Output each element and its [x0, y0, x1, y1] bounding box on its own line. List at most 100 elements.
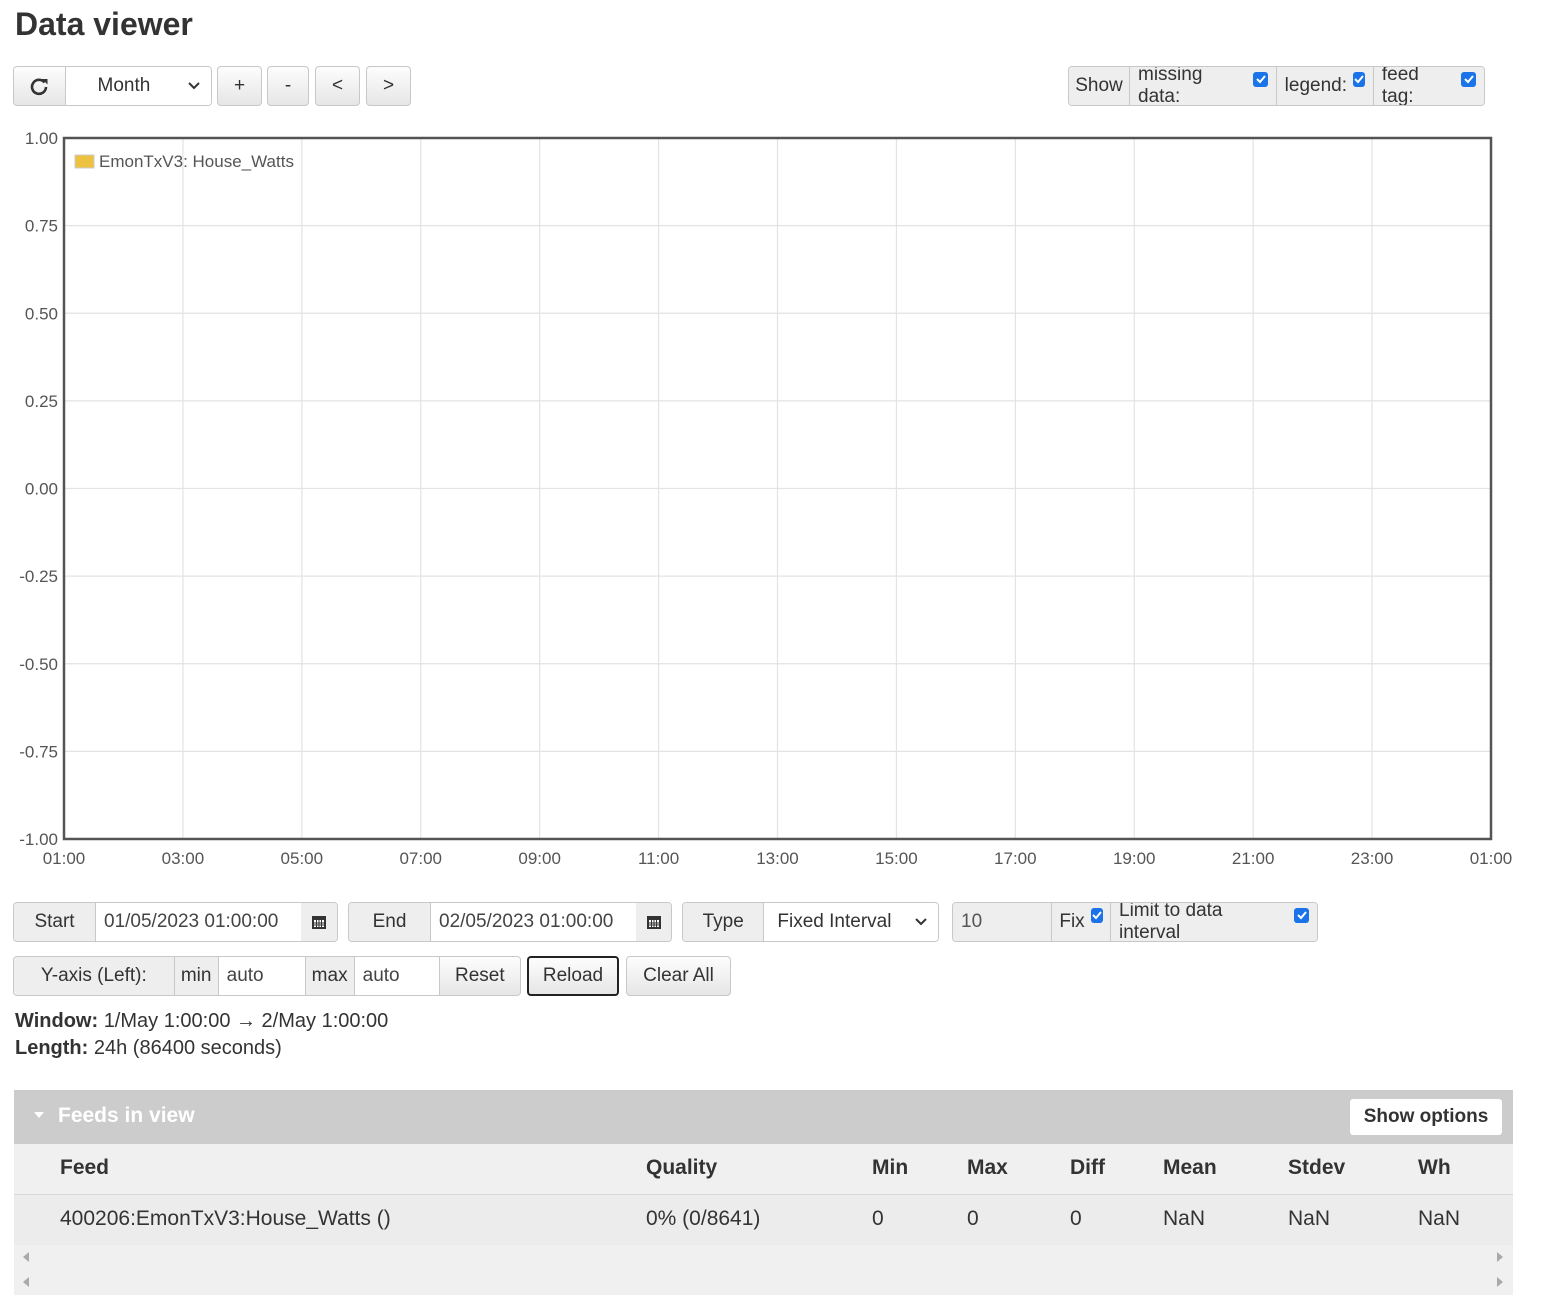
type-label: Type	[683, 903, 765, 941]
scroll-left-arrow[interactable]	[23, 1252, 29, 1262]
length-value: 24h (86400 seconds)	[93, 1037, 282, 1059]
reload-button[interactable]: Reload	[527, 956, 619, 996]
start-control: Start	[13, 902, 338, 942]
end-calendar-button[interactable]	[636, 903, 671, 941]
feed-tag-label: feed tag:	[1381, 66, 1419, 106]
check-icon	[1463, 75, 1474, 84]
show-label: Show	[1069, 67, 1130, 105]
y-tick-label: 0.00	[25, 480, 58, 499]
yaxis-label: Y-axis (Left):	[14, 957, 175, 995]
column-header-diff: Diff	[1070, 1156, 1105, 1179]
legend-checkbox[interactable]	[1353, 71, 1366, 87]
check-icon	[1296, 911, 1307, 920]
type-select[interactable]: Fixed Interval	[764, 903, 938, 941]
range-control: Month	[13, 66, 212, 106]
missing-data-checkbox[interactable]	[1253, 71, 1268, 87]
interval-input[interactable]	[953, 903, 1051, 941]
window-info: Window: 1/May 1:00:00 → 2/May 1:00:00	[15, 1010, 388, 1033]
wh-cell: NaN	[1418, 1207, 1461, 1230]
y-tick-label: -0.25	[19, 567, 58, 586]
feeds-panel-header[interactable]: Feeds in view Show options	[14, 1090, 1513, 1144]
feeds-panel: Feeds in view Show options Feed Quality …	[14, 1090, 1513, 1295]
x-tick-label: 03:00	[162, 849, 205, 868]
clear-all-button[interactable]: Clear All	[626, 956, 731, 996]
data-chart[interactable]: 01:00 03:00 05:00 07:00 09:00 11:00 13:00 15:00…	[0, 120, 1550, 880]
fix-label: Fix	[1059, 911, 1085, 932]
legend-toggle[interactable]: legend:	[1276, 67, 1374, 105]
x-tick-label: 21:00	[1232, 849, 1275, 868]
min-cell: 0	[872, 1207, 884, 1230]
window-label: Window:	[15, 1010, 99, 1032]
y-tick-label: 0.25	[25, 392, 58, 411]
column-header-min: Min	[872, 1156, 909, 1179]
calendar-icon	[646, 916, 661, 929]
x-tick-label: 13:00	[756, 849, 799, 868]
check-icon	[1354, 75, 1364, 84]
reset-button[interactable]: Reset	[438, 957, 520, 995]
missing-data-toggle[interactable]: missing data:	[1130, 67, 1277, 105]
column-header-wh: Wh	[1418, 1156, 1451, 1179]
start-label: Start	[14, 903, 96, 941]
check-icon	[1255, 75, 1266, 84]
limit-interval-checkbox[interactable]	[1294, 907, 1309, 923]
refresh-button[interactable]	[14, 67, 66, 105]
x-tick-label: 23:00	[1351, 849, 1394, 868]
end-date-input[interactable]	[431, 903, 636, 941]
end-label: End	[349, 903, 431, 941]
length-info: Length: 24h (86400 seconds)	[15, 1037, 282, 1060]
page-title: Data viewer	[15, 6, 193, 42]
range-select[interactable]: Month	[65, 67, 211, 105]
pan-left-button[interactable]: <	[315, 66, 360, 106]
quality-cell: 0% (0/8641)	[646, 1207, 761, 1230]
type-control: Type Fixed Interval	[682, 902, 939, 942]
feed-tag-checkbox[interactable]	[1461, 71, 1476, 87]
y-tick-label: -0.50	[19, 655, 58, 674]
range-select-value: Month	[97, 75, 151, 96]
show-options-group: Show missing data: legend: feed tag:	[1068, 66, 1485, 106]
start-date-input[interactable]	[96, 903, 301, 941]
ymax-input[interactable]	[354, 957, 439, 995]
legend-label: legend:	[1284, 75, 1348, 96]
ymin-input[interactable]	[218, 957, 305, 995]
ymax-label: max	[304, 957, 355, 995]
zoom-out-button[interactable]: -	[267, 66, 309, 106]
x-tick-label: 07:00	[399, 849, 442, 868]
legend-label: EmonTxV3: House_Watts	[99, 152, 294, 171]
limit-interval-label: Limit to data interval	[1119, 902, 1223, 942]
interval-control: Fix Limit to data interval	[952, 902, 1318, 942]
calendar-icon	[312, 916, 326, 929]
column-header-mean: Mean	[1163, 1156, 1217, 1179]
x-tick-label: 01:00	[43, 849, 86, 868]
legend-swatch	[74, 154, 95, 169]
max-cell: 0	[967, 1207, 979, 1230]
x-tick-label: 01:00	[1470, 849, 1513, 868]
ymin-label: min	[174, 957, 219, 995]
y-tick-label: 0.50	[25, 304, 58, 323]
fix-toggle[interactable]: Fix	[1051, 903, 1111, 941]
column-header-max: Max	[967, 1156, 1008, 1179]
column-header-quality: Quality	[646, 1156, 718, 1179]
scroll-right-arrow[interactable]	[1497, 1277, 1503, 1287]
caret-down-icon	[34, 1112, 44, 1118]
scroll-left-arrow[interactable]	[23, 1277, 29, 1287]
limit-interval-toggle[interactable]: Limit to data interval	[1111, 903, 1317, 941]
scroll-right-arrow[interactable]	[1497, 1252, 1503, 1262]
x-tick-label: 15:00	[875, 849, 918, 868]
zoom-in-button[interactable]: +	[217, 66, 262, 106]
start-calendar-button[interactable]	[301, 903, 337, 941]
x-tick-label: 17:00	[994, 849, 1037, 868]
pan-right-button[interactable]: >	[366, 66, 411, 106]
yaxis-control: Y-axis (Left): min max Reset	[13, 956, 521, 996]
end-control: End	[348, 902, 672, 942]
length-label: Length:	[15, 1037, 89, 1059]
feed-tag-toggle[interactable]: feed tag:	[1373, 66, 1484, 106]
fix-checkbox[interactable]	[1090, 907, 1103, 923]
column-header-stdev: Stdev	[1288, 1156, 1346, 1179]
diff-cell: 0	[1070, 1207, 1082, 1230]
feed-name-cell[interactable]: 400206:EmonTxV3:House_Watts ()	[60, 1207, 391, 1231]
show-options-button[interactable]: Show options	[1349, 1098, 1503, 1136]
x-tick-label: 05:00	[281, 849, 324, 868]
column-header-feed: Feed	[60, 1156, 110, 1179]
check-icon	[1091, 911, 1102, 920]
type-select-value: Fixed Interval	[777, 911, 892, 932]
